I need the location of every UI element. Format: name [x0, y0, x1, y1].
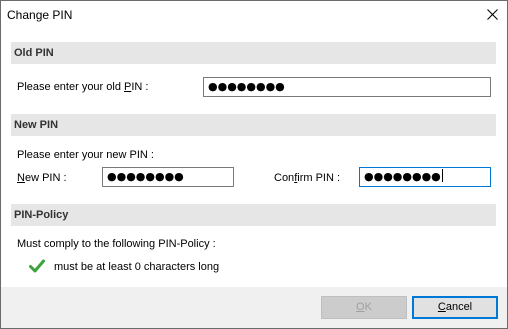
confirm-pin-label: Confirm PIN :	[274, 172, 340, 184]
old-pin-field[interactable]: ●●●●●●●●	[203, 77, 491, 97]
window-title: Change PIN	[7, 8, 73, 22]
cancel-button-label: ancel	[445, 301, 473, 313]
confirm-pin-label-text: Con	[274, 172, 295, 184]
confirm-pin-label-text-end: irm PIN :	[297, 172, 341, 184]
cancel-button[interactable]: Cancel	[412, 296, 498, 319]
confirm-pin-field[interactable]: ●●●●●●●●	[359, 167, 491, 187]
new-pin-label-text: ew PIN :	[24, 172, 67, 184]
ok-button-label: K	[364, 301, 372, 313]
confirm-pin-value: ●●●●●●●●	[364, 170, 441, 183]
ok-button[interactable]: OK	[321, 296, 407, 319]
cancel-button-mnemonic: C	[437, 301, 446, 313]
ok-button-mnemonic: O	[356, 301, 365, 313]
title-bar: Change PIN	[1, 1, 507, 29]
pin-policy-intro: Must comply to the following PIN-Policy …	[17, 238, 216, 250]
new-pin-label: New PIN :	[17, 172, 67, 184]
new-pin-prompt: Please enter your new PIN :	[17, 149, 154, 161]
old-pin-label: Please enter your old PIN :	[17, 81, 148, 93]
new-pin-section-header: New PIN	[11, 114, 496, 136]
new-pin-field[interactable]: ●●●●●●●●	[102, 167, 234, 187]
close-button[interactable]	[477, 1, 507, 29]
policy-rule-text: must be at least 0 characters long	[54, 261, 220, 273]
check-icon	[29, 259, 45, 273]
change-pin-dialog: Change PIN Old PIN Please enter your old…	[0, 0, 508, 329]
old-pin-label-text-end: IN :	[131, 81, 149, 93]
text-caret	[441, 169, 443, 182]
pin-policy-section-header: PIN-Policy	[11, 204, 496, 226]
dialog-footer: OK Cancel	[1, 287, 507, 328]
old-pin-section-header: Old PIN	[11, 42, 496, 64]
old-pin-label-text: Please enter your old	[17, 81, 125, 93]
new-pin-label-mnemonic: N	[17, 172, 25, 184]
close-icon	[487, 9, 498, 20]
